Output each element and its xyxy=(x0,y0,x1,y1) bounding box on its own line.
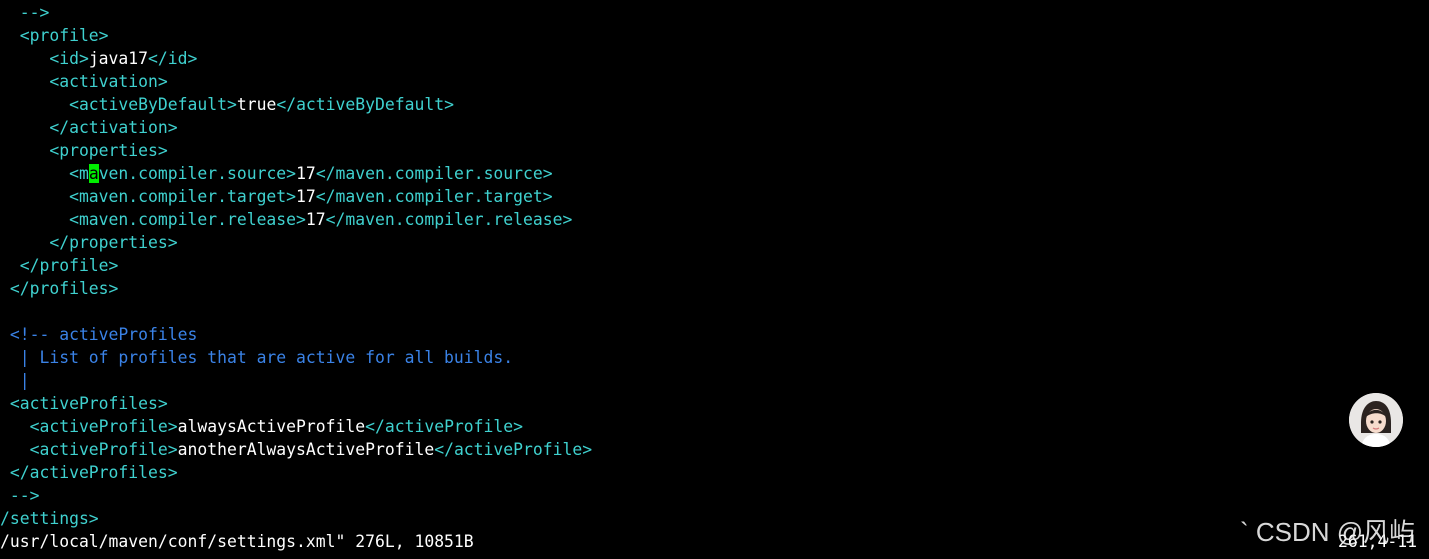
code-token: </activeProfiles> xyxy=(0,463,178,482)
code-token: <activeProfile> xyxy=(0,417,178,436)
code-token: </maven.compiler.target> xyxy=(315,187,553,206)
code-line: </activeProfiles> xyxy=(0,461,178,484)
code-token: --> xyxy=(0,486,40,505)
code-token: <activeByDefault> xyxy=(0,95,237,114)
code-line: <activeProfiles> xyxy=(0,392,168,415)
code-token: </properties> xyxy=(0,233,178,252)
code-token: </activeByDefault> xyxy=(276,95,454,114)
code-token: <activation> xyxy=(0,72,168,91)
vim-editor[interactable]: --> <profile> <id>java17</id> <activatio… xyxy=(0,0,1429,530)
code-line: | List of profiles that are active for a… xyxy=(0,346,513,369)
code-line: <maven.compiler.source>17</maven.compile… xyxy=(0,162,553,185)
code-token: | List of profiles that are active for a… xyxy=(0,348,514,367)
code-line: <id>java17</id> xyxy=(0,47,197,70)
code-token: </activeProfile> xyxy=(365,417,524,436)
code-line: <maven.compiler.target>17</maven.compile… xyxy=(0,185,553,208)
code-token: <properties> xyxy=(0,141,168,160)
code-token: alwaysActiveProfile xyxy=(177,417,366,436)
code-token: </activeProfile> xyxy=(434,440,593,459)
code-token: anotherAlwaysActiveProfile xyxy=(177,440,435,459)
code-token: 17 xyxy=(296,187,316,206)
code-token: ven.compiler.source> xyxy=(98,164,297,183)
code-line: | xyxy=(0,369,30,392)
code-token: <!-- activeProfiles xyxy=(0,325,198,344)
text-cursor: a xyxy=(88,164,99,183)
code-token: <id> xyxy=(0,49,89,68)
code-line: <maven.compiler.release>17</maven.compil… xyxy=(0,208,572,231)
code-line: <!-- activeProfiles xyxy=(0,323,198,346)
code-token: <maven.compiler.target> xyxy=(0,187,297,206)
code-token: <activeProfile> xyxy=(0,440,178,459)
assistant-avatar-icon[interactable] xyxy=(1349,393,1403,447)
code-line: <activeByDefault>true</activeByDefault> xyxy=(0,93,454,116)
code-token: </maven.compiler.release> xyxy=(325,210,573,229)
code-token: </profiles> xyxy=(0,279,119,298)
code-token: true xyxy=(236,95,277,114)
code-token: </maven.compiler.source> xyxy=(315,164,553,183)
code-token: /settings> xyxy=(0,509,99,528)
code-line: </properties> xyxy=(0,231,178,254)
code-line: </activation> xyxy=(0,116,178,139)
code-token: <profile> xyxy=(0,26,109,45)
code-token: <m xyxy=(0,164,89,183)
code-line: <properties> xyxy=(0,139,168,162)
code-line: <activeProfile>alwaysActiveProfile</acti… xyxy=(0,415,523,438)
code-token: </id> xyxy=(148,49,198,68)
code-token: 17 xyxy=(296,164,316,183)
code-token: --> xyxy=(0,3,50,22)
vim-status-message: /usr/local/maven/conf/settings.xml" 276L… xyxy=(0,532,474,551)
code-line: <activeProfile>anotherAlwaysActiveProfil… xyxy=(0,438,593,461)
code-token: </profile> xyxy=(0,256,119,275)
code-token: <activeProfiles> xyxy=(0,394,168,413)
code-line: <profile> xyxy=(0,24,109,47)
code-token: java17 xyxy=(88,49,149,68)
code-line: /settings> xyxy=(0,507,99,530)
code-token: | xyxy=(0,371,30,390)
code-line: </profile> xyxy=(0,254,119,277)
code-line: <activation> xyxy=(0,70,168,93)
code-token: <maven.compiler.release> xyxy=(0,210,306,229)
csdn-watermark: ` CSDN @风屿 xyxy=(1240,517,1416,547)
code-line: </profiles> xyxy=(0,277,119,300)
code-line: --> xyxy=(0,1,50,24)
code-token: 17 xyxy=(305,210,326,229)
code-token: </activation> xyxy=(0,118,178,137)
code-line: --> xyxy=(0,484,40,507)
